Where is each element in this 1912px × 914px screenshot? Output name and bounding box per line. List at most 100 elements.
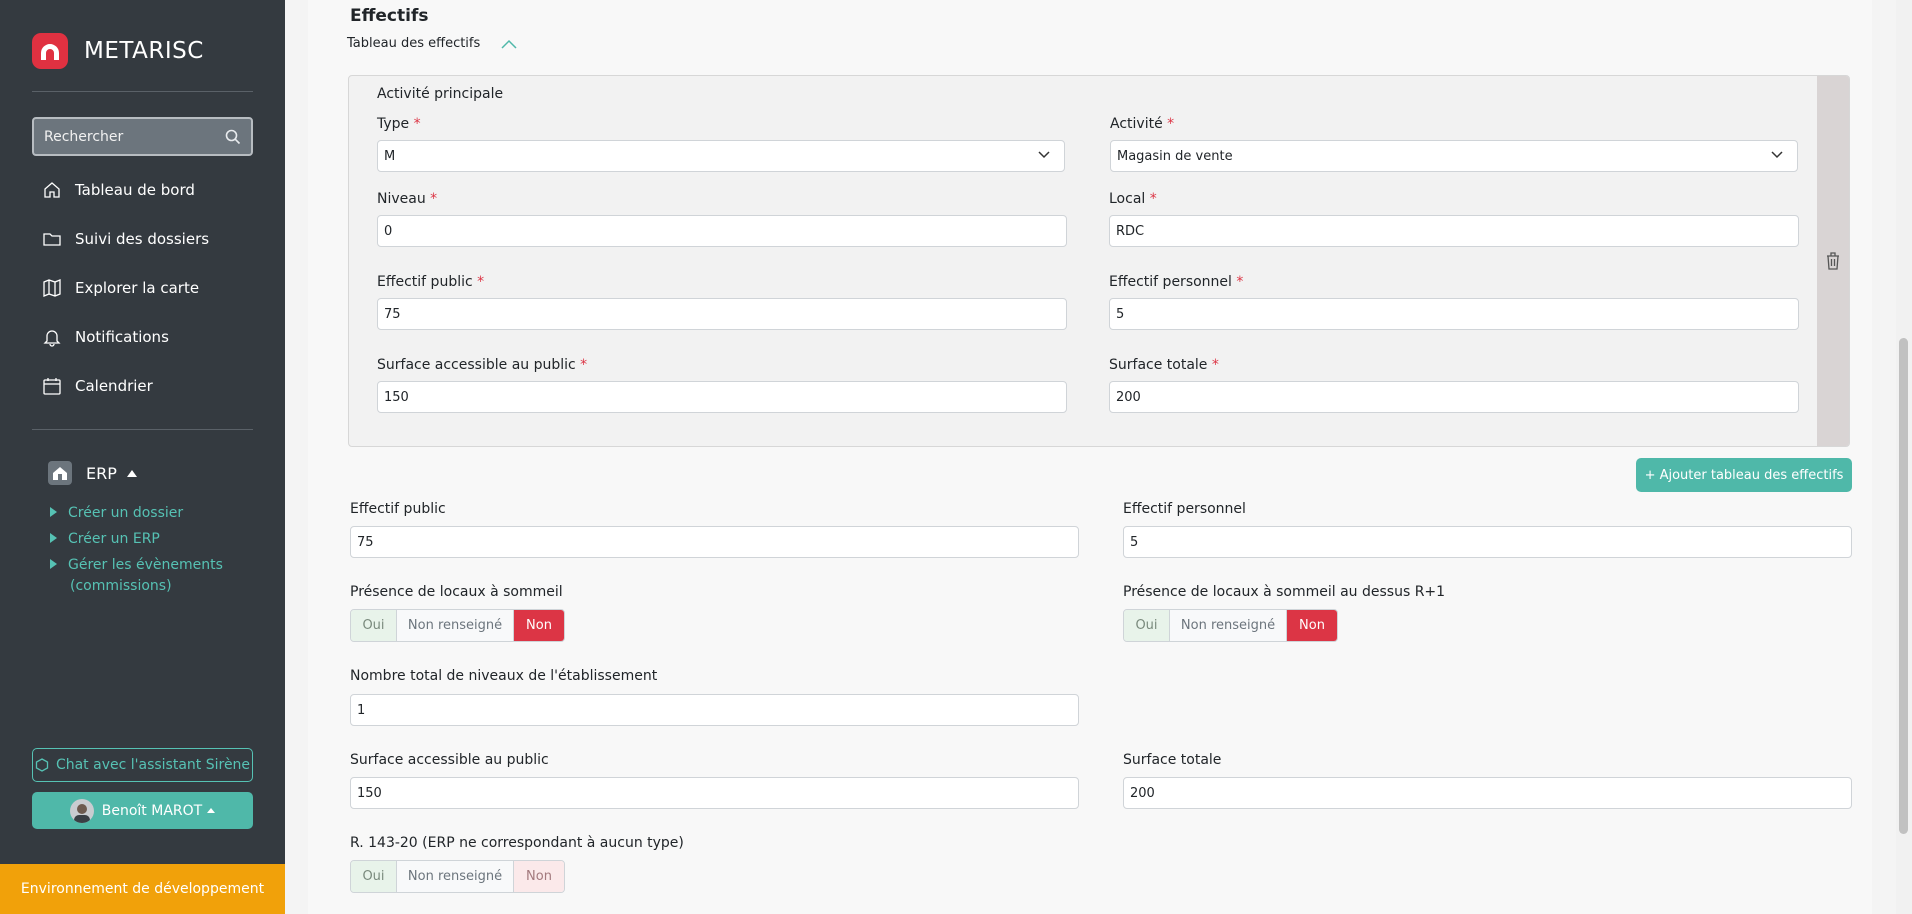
tableau-effectifs-toggle[interactable]: Tableau des effectifs [347, 36, 517, 51]
avatar [69, 798, 94, 823]
trash-icon[interactable] [1825, 251, 1841, 271]
panel-title: Activité principale [377, 86, 504, 102]
sommeil-toggle: Oui Non renseigné Non [350, 609, 565, 642]
user-menu-button[interactable]: Benoît MAROT [32, 792, 253, 829]
search-input[interactable]: Rechercher [32, 117, 253, 156]
chevron-up-icon [501, 39, 517, 49]
panel-side-bar [1817, 76, 1849, 446]
toggle-non-renseigne[interactable]: Non renseigné [397, 610, 514, 641]
nav-label: Calendrier [75, 377, 153, 395]
env-label: Environnement de développement [20, 881, 265, 897]
triangle-right-icon [50, 559, 57, 569]
effectif-personnel-label: Effectif personnel * [1109, 274, 1243, 290]
required-mark: * [1167, 116, 1175, 132]
sidebar-divider [32, 429, 253, 430]
summary-surface-totale-label: Surface totale [1123, 752, 1222, 768]
bell-icon [43, 330, 61, 347]
surface-totale-label: Surface totale * [1109, 357, 1219, 373]
toggle-non[interactable]: Non [1287, 610, 1337, 641]
required-mark: * [413, 116, 421, 132]
search-placeholder: Rechercher [44, 128, 124, 145]
input-value: 200 [1130, 785, 1155, 801]
search-icon[interactable] [225, 129, 241, 145]
activite-select[interactable]: Magasin de vente [1110, 140, 1798, 172]
effectif-personnel-input[interactable]: 5 [1109, 298, 1799, 330]
nav-item-calendrier[interactable]: Calendrier [42, 372, 153, 400]
toggle-non[interactable]: Non [514, 861, 564, 892]
nav-item-suivi-des-dossiers[interactable]: Suivi des dossiers [42, 225, 209, 253]
type-label: Type * [377, 116, 421, 132]
nav-label: Suivi des dossiers [75, 230, 210, 248]
sidebar-item-creer-dossier[interactable]: Créer un dossier [50, 503, 183, 524]
required-mark: * [430, 191, 438, 207]
label-text: Type [377, 116, 410, 132]
nav-label: Explorer la carte [75, 279, 200, 297]
metarisc-logo-icon [32, 33, 68, 69]
r143-label: R. 143-20 (ERP ne correspondant à aucun … [350, 835, 684, 851]
input-value: 1 [357, 702, 366, 718]
summary-effectif-personnel-input[interactable]: 5 [1123, 526, 1852, 558]
toggle-non[interactable]: Non [514, 610, 564, 641]
app-name: METARISC [84, 38, 204, 64]
toggle-oui[interactable]: Oui [351, 610, 397, 641]
input-value: 75 [384, 306, 401, 322]
select-value: M [384, 148, 396, 164]
sidebar: METARISC Rechercher Tableau de bord Suiv… [0, 0, 285, 914]
nav-item-tableau-de-bord[interactable]: Tableau de bord [42, 176, 195, 204]
sub-item-label: Créer un dossier [68, 505, 184, 521]
label-text: Effectif public [377, 274, 473, 290]
required-mark: * [1236, 274, 1244, 290]
required-mark: * [580, 357, 588, 373]
label-text: Activité [1110, 116, 1163, 132]
toggle-oui[interactable]: Oui [351, 861, 397, 892]
calendar-icon [43, 378, 61, 395]
label-text: Surface accessible au public [377, 357, 576, 373]
niveau-input[interactable]: 0 [377, 215, 1067, 247]
erp-menu-toggle[interactable]: ERP [48, 461, 137, 485]
surface-totale-input[interactable]: 200 [1109, 381, 1799, 413]
nav-item-explorer-la-carte[interactable]: Explorer la carte [42, 274, 199, 302]
sidebar-item-creer-erp[interactable]: Créer un ERP [50, 529, 160, 550]
toggle-label: Tableau des effectifs [347, 36, 481, 51]
type-select[interactable]: M [377, 140, 1065, 172]
chat-assistant-button[interactable]: Chat avec l'assistant Sirène [32, 748, 253, 782]
map-icon [43, 279, 61, 297]
summary-effectif-personnel-label: Effectif personnel [1123, 501, 1246, 517]
label-text: Local [1109, 191, 1146, 207]
building-icon [48, 461, 72, 485]
input-value: 5 [1130, 534, 1139, 550]
required-mark: * [1211, 357, 1219, 373]
niveaux-input[interactable]: 1 [350, 694, 1079, 726]
input-value: 75 [357, 534, 374, 550]
sommeil-r1-label: Présence de locaux à sommeil au dessus R… [1123, 584, 1446, 600]
effectif-public-input[interactable]: 75 [377, 298, 1067, 330]
summary-surface-totale-input[interactable]: 200 [1123, 777, 1852, 809]
scrollbar-thumb[interactable] [1899, 338, 1908, 834]
label-text: Surface totale [1109, 357, 1208, 373]
sub-item-label-cont: (commissions) [70, 578, 172, 594]
input-value: RDC [1116, 223, 1145, 239]
surface-public-input[interactable]: 150 [377, 381, 1067, 413]
summary-effectif-public-input[interactable]: 75 [350, 526, 1079, 558]
brand[interactable]: METARISC [32, 32, 204, 70]
surface-public-label: Surface accessible au public * [377, 357, 587, 373]
sub-item-label: Gérer les évènements [68, 557, 223, 573]
toggle-non-renseigne[interactable]: Non renseigné [397, 861, 514, 892]
add-effectifs-table-button[interactable]: + Ajouter tableau des effectifs [1636, 458, 1852, 492]
caret-up-icon [126, 469, 137, 477]
sub-item-label: Créer un ERP [68, 531, 160, 547]
nav-item-notifications[interactable]: Notifications [42, 323, 169, 351]
niveaux-label: Nombre total de niveaux de l'établisseme… [350, 668, 658, 684]
local-input[interactable]: RDC [1109, 215, 1799, 247]
sidebar-item-gerer-evenements[interactable]: Gérer les évènements (commissions) [50, 555, 223, 597]
toggle-non-renseigne[interactable]: Non renseigné [1170, 610, 1287, 641]
toggle-oui[interactable]: Oui [1124, 610, 1170, 641]
chevron-down-icon [1771, 151, 1783, 159]
input-value: 5 [1116, 306, 1125, 322]
required-mark: * [1149, 191, 1157, 207]
folder-icon [43, 233, 61, 246]
environment-banner: Environnement de développement [0, 864, 285, 914]
summary-surface-public-input[interactable]: 150 [350, 777, 1079, 809]
hexagon-icon [35, 758, 49, 772]
chat-label: Chat avec l'assistant Sirène [55, 757, 251, 773]
